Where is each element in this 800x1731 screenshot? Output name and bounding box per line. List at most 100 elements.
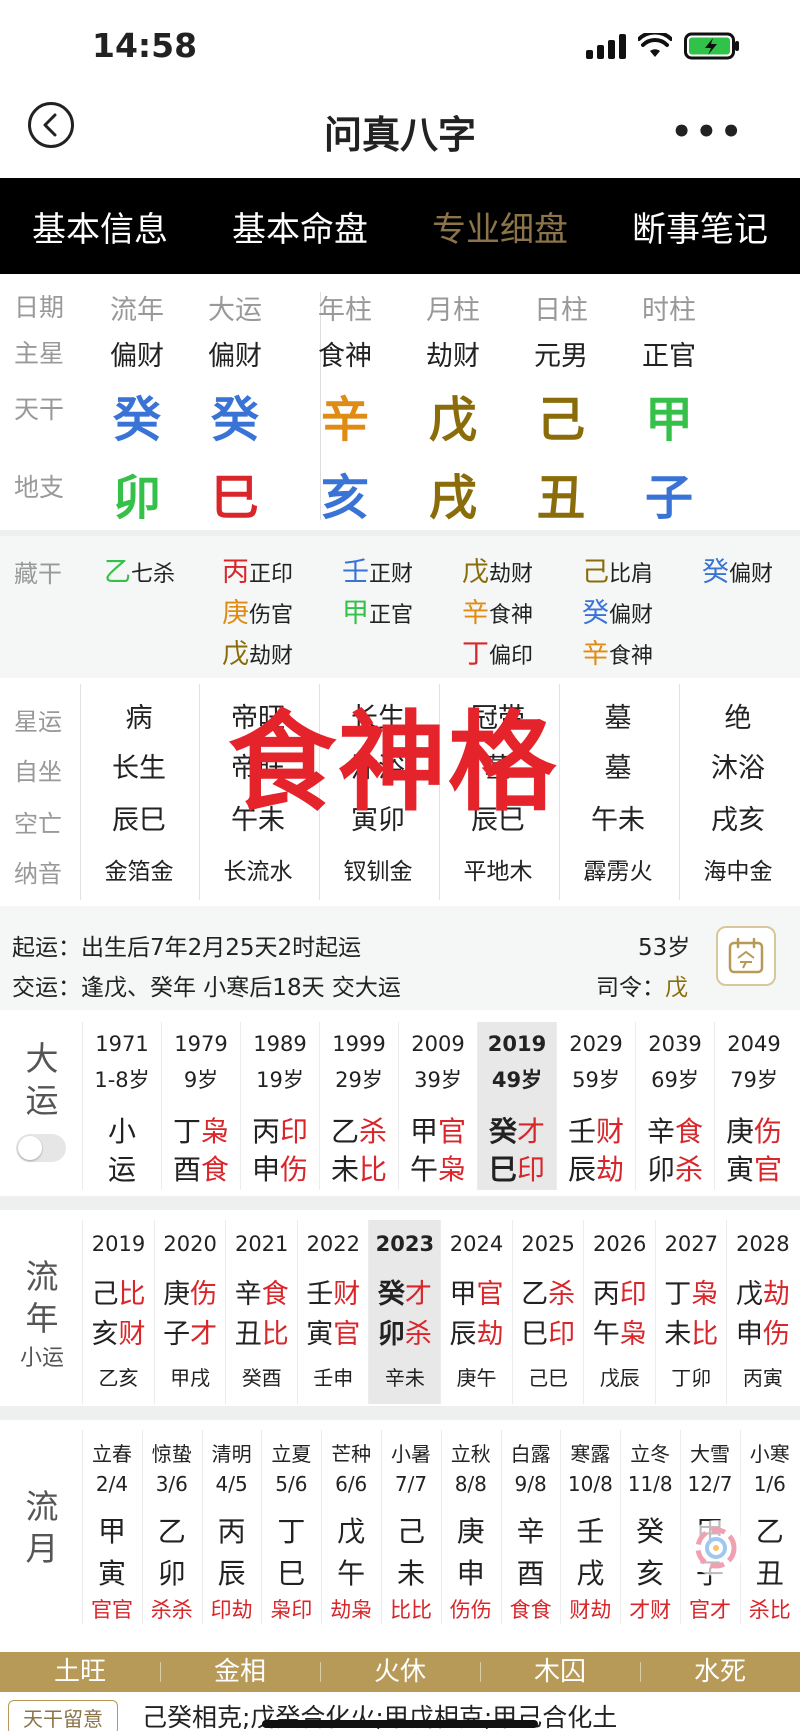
liunian-column[interactable]: 2019 己比 亥财 乙亥 (83, 1220, 154, 1404)
stem-notes-tag[interactable]: 天干留意 (8, 1700, 118, 1731)
liunian-stem: 庚伤 (155, 1272, 226, 1311)
tab-professional-chart[interactable]: 专业细盘 (400, 178, 600, 274)
today-calendar-button[interactable] (716, 926, 776, 986)
liunian-stem-god: 劫 (762, 1279, 790, 1310)
liunian-column[interactable]: 2023 癸才 卯杀 辛未 (369, 1220, 441, 1404)
liuyue-branch: 午 (337, 1557, 366, 1590)
pillar-earthly-branch[interactable]: 子 (614, 458, 724, 528)
dayun-stem-char: 癸 (488, 1115, 517, 1148)
xiaoyun-pillar: 乙亥 (98, 1366, 139, 1390)
dayun-column[interactable]: 1971 1-8岁小运 (83, 1022, 161, 1190)
liunian-column[interactable]: 2025 乙杀 巳印 己巳 (513, 1220, 584, 1404)
pillar-heavenly-stem[interactable]: 辛 (290, 380, 400, 450)
liunian-stem-god: 枭 (691, 1279, 719, 1310)
dayun-stem-god: 财 (596, 1115, 625, 1148)
liunian-branch-god: 比 (691, 1319, 719, 1350)
liuyue-stem: 乙 (755, 1515, 784, 1548)
pillar-head: 日柱 (534, 295, 588, 326)
dayun-year: 1999 (332, 1032, 386, 1056)
liunian-stem-god: 比 (118, 1279, 146, 1310)
status-time: 14:58 (92, 26, 198, 65)
pillar-heavenly-stem[interactable]: 癸 (82, 380, 192, 450)
pillar-earthly-branch[interactable]: 卯 (82, 458, 192, 528)
dayun-stem: 癸才 (478, 1110, 556, 1150)
dayun-column[interactable]: 1999 29岁 乙杀 未比 (320, 1022, 398, 1190)
hidden-stems-column: 戊劫财 辛食神 丁偏印 (462, 550, 572, 673)
dayun-stem-char: 丙 (251, 1115, 280, 1148)
self-seat: 长生 (112, 753, 166, 784)
liuyue-ten-gods: 财劫 (569, 1598, 612, 1622)
liunian-branch-god: 伤 (762, 1319, 790, 1350)
more-options-button[interactable]: ••• (671, 112, 745, 152)
dayun-column[interactable]: 2029 59岁 壬财 辰劫 (557, 1022, 635, 1190)
liunian-year: 2028 (736, 1232, 790, 1256)
xiaoyun-pillar: 甲戌 (170, 1366, 211, 1390)
liunian-column[interactable]: 2022 壬财 寅官 壬申 (298, 1220, 369, 1404)
dayun-column[interactable]: 2049 79岁 庚伤 寅官 (715, 1022, 793, 1190)
qiyun-start-text: 起运：出生后7年2月25天2时起运 (12, 935, 362, 961)
pillar-earthly-branch[interactable]: 亥 (290, 458, 400, 528)
nayin: 霹雳火 (583, 859, 653, 885)
pillar-earthly-branch[interactable]: 巳 (180, 458, 290, 528)
dayun-column[interactable]: 2019 49岁 癸才 巳印 (478, 1022, 556, 1190)
dayun-stem-god: 食 (675, 1115, 704, 1148)
solar-term: 立春 (92, 1442, 132, 1466)
pillar-heavenly-stem[interactable]: 己 (506, 380, 616, 450)
pillar-heavenly-stem[interactable]: 甲 (614, 380, 724, 450)
solar-term: 白露 (510, 1442, 551, 1466)
liunian-branch: 卯杀 (369, 1312, 440, 1351)
liunian-stem: 己比 (83, 1272, 154, 1311)
liunian-stem-char: 丁 (664, 1279, 692, 1310)
dayun-stem-god: 杀 (359, 1115, 388, 1148)
siling-label: 司令： (596, 975, 665, 1001)
liunian-stem-god: 财 (333, 1279, 361, 1310)
pillar-earthly-branch[interactable]: 戌 (398, 458, 508, 528)
liunian-branch-god: 杀 (404, 1319, 432, 1350)
tab-basic-info[interactable]: 基本信息 (0, 178, 200, 274)
liunian-column[interactable]: 2027 丁枭 未比 丁卯 (656, 1220, 727, 1404)
hidden-stems-column: 己比肩 癸偏财 辛食神 (582, 550, 692, 673)
liunian-column[interactable]: 2024 甲官 辰劫 庚午 (441, 1220, 512, 1404)
liunian-branch-char: 寅 (306, 1319, 334, 1350)
hidden-stem-star: 正官 (369, 603, 414, 628)
liuyue-ten-gods: 伤伤 (449, 1598, 492, 1622)
liunian-stem-char: 壬 (306, 1279, 334, 1310)
liunian-column[interactable]: 2028 戊劫 申伤 丙寅 (727, 1220, 798, 1404)
hidden-stem-item: 庚伤官 (222, 591, 332, 632)
dayun-column[interactable]: 1989 19岁 丙印 申伤 (241, 1022, 319, 1190)
xiaoyun-toggle[interactable] (16, 1134, 66, 1162)
liunian-column[interactable]: 2026 丙印 午枭 戊辰 (584, 1220, 655, 1404)
xiaoyun-pillar: 己巳 (528, 1366, 569, 1390)
xiaoyun-pillar: 癸酉 (241, 1366, 282, 1390)
tab-notes[interactable]: 断事笔记 (600, 178, 800, 274)
liunian-section: 流 年 小运 2019 己比 亥财 乙亥 2020 庚伤 子才 甲戌 2021 辛食 丑比 癸酉 202… (0, 1216, 800, 1406)
liunian-stem: 丙印 (584, 1272, 655, 1311)
dayun-age: 29岁 (335, 1068, 383, 1092)
solar-term-date: 9/8 (514, 1472, 547, 1496)
solar-term: 小暑 (391, 1442, 431, 1466)
liunian-branch: 子才 (155, 1312, 226, 1351)
hidden-stem-star: 食神 (489, 603, 534, 628)
liunian-branch-god: 财 (118, 1319, 146, 1350)
hidden-stem-item: 辛食神 (462, 591, 572, 632)
liunian-column[interactable]: 2021 辛食 丑比 癸酉 (226, 1220, 297, 1404)
liunian-column[interactable]: 2020 庚伤 子才 甲戌 (155, 1220, 226, 1404)
pillar-heavenly-stem[interactable]: 戊 (398, 380, 508, 450)
liuyue-ten-gods: 比比 (390, 1598, 432, 1622)
floating-logo-button[interactable] (688, 1520, 744, 1576)
dayun-column[interactable]: 2039 69岁 辛食 卯杀 (636, 1022, 714, 1190)
pillar-heavenly-stem[interactable]: 癸 (180, 380, 290, 450)
pillar-head: 月柱 (426, 295, 480, 326)
hidden-stem-item: 丁偏印 (462, 632, 572, 673)
pillar-earthly-branch[interactable]: 丑 (506, 458, 616, 528)
home-indicator[interactable] (262, 1720, 538, 1728)
dayun-column[interactable]: 2009 39岁 甲官 午枭 (399, 1022, 477, 1190)
liunian-branch-char: 午 (592, 1319, 620, 1350)
grid-row-label: 空亡 (14, 810, 62, 838)
solar-term: 立秋 (450, 1442, 491, 1466)
dayun-branch-god: 枭 (438, 1153, 467, 1186)
liuyue-branch: 未 (396, 1557, 425, 1590)
tab-basic-chart[interactable]: 基本命盘 (200, 178, 400, 274)
dayun-column[interactable]: 1979 9岁 丁枭 酉食 (162, 1022, 240, 1190)
dayun-stem-char: 丁 (172, 1115, 201, 1148)
